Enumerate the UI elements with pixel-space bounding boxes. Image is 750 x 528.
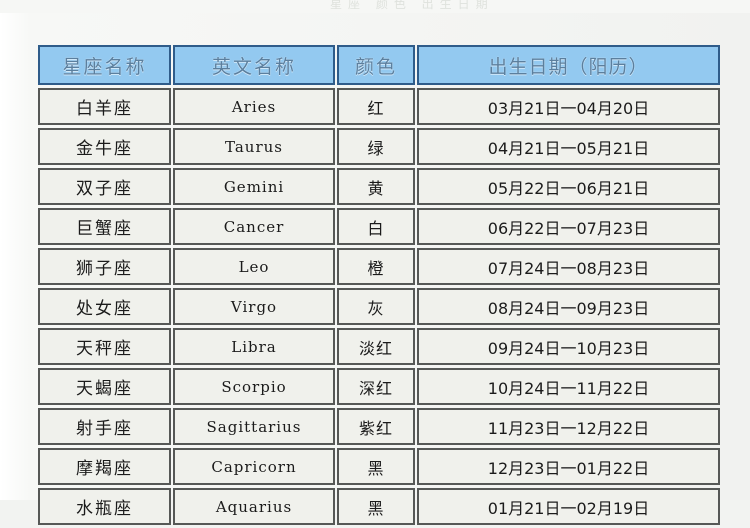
cell-zodiac-name: 天秤座: [38, 328, 171, 365]
cell-birthdate: 11月23日一12月22日: [417, 408, 720, 445]
cell-zodiac-name: 摩羯座: [38, 448, 171, 485]
scanned-page: 星座 颜色 出生日期 星座名称 英文名称 颜色 出生日期（阳历） 白羊座 Arie…: [0, 0, 750, 525]
cell-color: 黄: [337, 168, 415, 205]
cell-color: 绿: [337, 128, 415, 165]
cell-zodiac-name: 巨蟹座: [38, 208, 171, 245]
table-row: 白羊座 Aries 红 03月21日一04月20日: [38, 88, 720, 125]
cell-english-name: Libra: [173, 328, 335, 365]
zodiac-table-container: 星座名称 英文名称 颜色 出生日期（阳历） 白羊座 Aries 红 03月21日一04…: [36, 42, 720, 528]
cell-birthdate: 08月24日一09月23日: [417, 288, 720, 325]
cell-english-name: Gemini: [173, 168, 335, 205]
cell-birthdate: 06月22日一07月23日: [417, 208, 720, 245]
cell-zodiac-name: 水瓶座: [38, 488, 171, 525]
table-header: 星座名称 英文名称 颜色 出生日期（阳历）: [38, 45, 720, 85]
cell-zodiac-name: 处女座: [38, 288, 171, 325]
cell-english-name: Leo: [173, 248, 335, 285]
cell-color: 白: [337, 208, 415, 245]
cell-zodiac-name: 狮子座: [38, 248, 171, 285]
cell-birthdate: 03月21日一04月20日: [417, 88, 720, 125]
cell-color: 红: [337, 88, 415, 125]
table-row: 处女座 Virgo 灰 08月24日一09月23日: [38, 288, 720, 325]
cell-english-name: Aries: [173, 88, 335, 125]
table-row: 巨蟹座 Cancer 白 06月22日一07月23日: [38, 208, 720, 245]
cell-color: 紫红: [337, 408, 415, 445]
cell-english-name: Sagittarius: [173, 408, 335, 445]
cell-english-name: Aquarius: [173, 488, 335, 525]
cell-birthdate: 01月21日一02月19日: [417, 488, 720, 525]
header-row: 星座名称 英文名称 颜色 出生日期（阳历）: [38, 45, 720, 85]
cell-birthdate: 07月24日一08月23日: [417, 248, 720, 285]
cell-english-name: Taurus: [173, 128, 335, 165]
cell-birthdate: 12月23日一01月22日: [417, 448, 720, 485]
cell-zodiac-name: 射手座: [38, 408, 171, 445]
cell-birthdate: 10月24日一11月22日: [417, 368, 720, 405]
cell-color: 黑: [337, 448, 415, 485]
column-header-birthdate: 出生日期（阳历）: [417, 45, 720, 85]
column-header-english-name: 英文名称: [173, 45, 335, 85]
cell-english-name: Virgo: [173, 288, 335, 325]
cell-birthdate: 05月22日一06月21日: [417, 168, 720, 205]
cell-zodiac-name: 白羊座: [38, 88, 171, 125]
table-row: 水瓶座 Aquarius 黑 01月21日一02月19日: [38, 488, 720, 525]
table-row: 双子座 Gemini 黄 05月22日一06月21日: [38, 168, 720, 205]
zodiac-table: 星座名称 英文名称 颜色 出生日期（阳历） 白羊座 Aries 红 03月21日一04…: [36, 42, 722, 528]
cell-zodiac-name: 金牛座: [38, 128, 171, 165]
cell-color: 深红: [337, 368, 415, 405]
cell-zodiac-name: 双子座: [38, 168, 171, 205]
cell-english-name: Scorpio: [173, 368, 335, 405]
table-row: 摩羯座 Capricorn 黑 12月23日一01月22日: [38, 448, 720, 485]
table-row: 狮子座 Leo 橙 07月24日一08月23日: [38, 248, 720, 285]
table-row: 射手座 Sagittarius 紫红 11月23日一12月22日: [38, 408, 720, 445]
top-cutoff-strip: 星座 颜色 出生日期: [0, 0, 750, 13]
table-row: 金牛座 Taurus 绿 04月21日一05月21日: [38, 128, 720, 165]
cell-english-name: Cancer: [173, 208, 335, 245]
table-row: 天秤座 Libra 淡红 09月24日一10月23日: [38, 328, 720, 365]
column-header-color: 颜色: [337, 45, 415, 85]
cell-color: 淡红: [337, 328, 415, 365]
cell-birthdate: 04月21日一05月21日: [417, 128, 720, 165]
cell-zodiac-name: 天蝎座: [38, 368, 171, 405]
table-body: 白羊座 Aries 红 03月21日一04月20日 金牛座 Taurus 绿 04月21日一0…: [38, 88, 720, 525]
top-cutoff-text: 星座 颜色 出生日期: [330, 0, 494, 11]
cell-birthdate: 09月24日一10月23日: [417, 328, 720, 365]
cell-color: 橙: [337, 248, 415, 285]
cell-color: 灰: [337, 288, 415, 325]
cell-color: 黑: [337, 488, 415, 525]
column-header-zodiac-name: 星座名称: [38, 45, 171, 85]
cell-english-name: Capricorn: [173, 448, 335, 485]
table-row: 天蝎座 Scorpio 深红 10月24日一11月22日: [38, 368, 720, 405]
